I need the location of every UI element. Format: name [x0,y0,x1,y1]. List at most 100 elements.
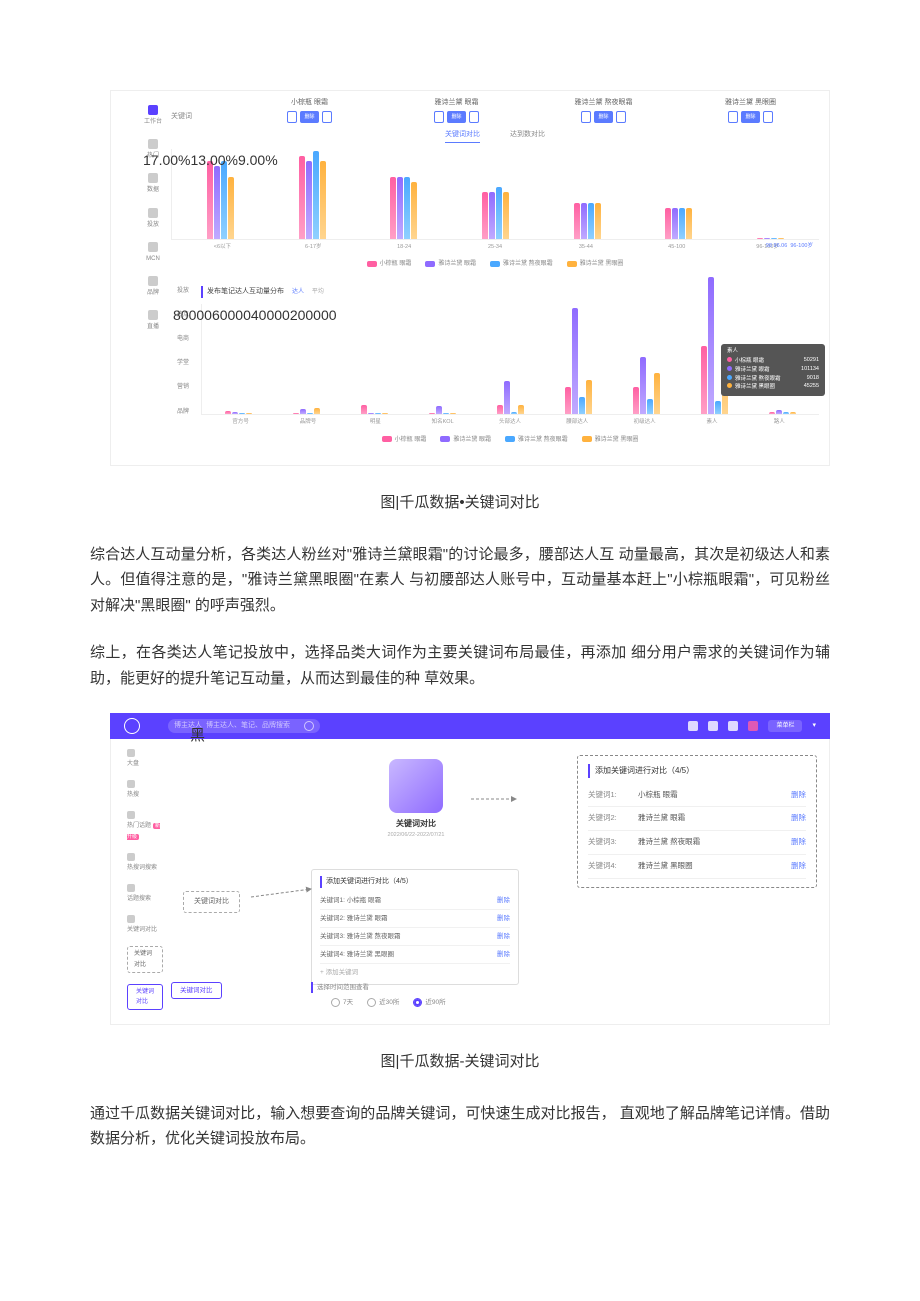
sidebar-icon [148,105,158,115]
panel-row: 关键词3:雅诗兰黛 熬夜眼霜删除 [588,831,806,855]
pill-blank[interactable] [728,111,739,123]
x-tick: 18-24 [359,243,450,252]
bell-icon[interactable] [748,721,758,731]
keyword-card-date: 2022/06/22-2022/07/21 [351,831,481,840]
selected-pill[interactable]: 关键词对比 [171,982,222,999]
chart-legend: 小棕瓶 眼霜雅诗兰黛 眼霜雅诗兰黛 熬夜眼霜雅诗兰黛 黑眼圈 [171,259,819,269]
caption-1: 图|千瓜数据•关键词对比 [90,490,830,516]
pill-blank[interactable] [322,111,333,123]
fig2-side-item[interactable]: 关键词对比 [123,915,163,935]
delete-link[interactable]: 删除 [791,860,806,873]
sidebar-item[interactable]: 营销 [171,380,195,392]
delete-link[interactable]: 删除 [791,836,806,849]
bar [496,187,502,239]
delete-pill[interactable]: 删除 [447,111,465,123]
legend-item: 小棕瓶 眼霜 [382,435,427,445]
chart2-x-axis: 官方号品牌号明星知名KOL头部达人腰部达人初级达人素人路人 [201,418,819,427]
x-tick: <6以下 [177,243,268,252]
bar-group [544,203,630,239]
pill-blank[interactable] [763,111,774,123]
sidebar-label: 投放 [177,286,189,296]
chart2-tab-2[interactable]: 平均 [312,289,324,295]
delete-pill[interactable]: 删除 [594,111,612,123]
fig2-side-label: 热搜词搜索 [127,863,157,873]
delete-link[interactable]: 删除 [497,931,510,942]
delete-pill[interactable]: 删除 [741,111,759,123]
chart2-tab-active[interactable]: 达人 [292,289,304,295]
search-icon[interactable] [304,721,314,731]
sidebar-item[interactable]: 电商 [171,332,195,344]
pill-blank[interactable] [581,111,592,123]
bar [503,192,509,239]
delete-link[interactable]: 删除 [497,895,510,906]
tooltip-row: 雅诗兰黛 黑眼圈45255 [727,383,819,392]
radio-option[interactable]: 7天 [331,997,353,1008]
delete-link[interactable]: 删除 [497,913,510,924]
sidebar-item[interactable]: MCN [141,242,165,264]
sidebar-item[interactable]: 品牌 [171,405,195,417]
bar-group [270,151,356,239]
pill-blank[interactable] [469,111,480,123]
bar-group [636,208,722,239]
fig2-side-item[interactable]: 关键词对比 [123,946,163,972]
sidebar-label: 品牌 [177,407,189,417]
bar-group [178,161,264,239]
metric-tab-2[interactable]: 达到数对比 [510,129,545,143]
pill-blank[interactable] [287,111,298,123]
sidebar-item[interactable]: 投放 [171,284,195,296]
fig2-side-item[interactable]: 热搜 [123,780,163,800]
logo-icon [124,718,140,734]
bar [293,413,299,414]
fig2-main: 关键词对比 2022/06/22-2022/07/21 关键词对比 添加关键词进… [171,749,817,1010]
download-icon[interactable] [728,721,738,731]
sidebar-icon [148,242,158,252]
bar [404,177,410,239]
delete-link[interactable]: 删除 [497,949,510,960]
radio-option[interactable]: 近90所 [413,997,445,1008]
radio-option[interactable]: 近30所 [367,997,399,1008]
bar [783,412,789,413]
bar-group [412,406,474,413]
fig2-side-item[interactable]: 热搜词搜索 [123,853,163,873]
sidebar-label: 直播 [147,322,159,332]
sidebar-item[interactable]: 数据 [141,173,165,195]
bar [314,408,320,413]
bar [764,238,770,239]
sidebar-item[interactable]: 投放 [141,208,165,230]
menu-button[interactable]: 菜单栏 [768,720,802,732]
bar [701,346,707,414]
pill-blank[interactable] [616,111,627,123]
sidebar-item[interactable]: 直播 [141,310,165,332]
fig2-side-item[interactable]: 关键词对比 [123,984,163,1010]
x-tick: 25-34 [450,243,541,252]
x-tick: 初级达人 [611,418,678,427]
gear-icon[interactable] [708,721,718,731]
sidebar-item[interactable]: 品牌 [141,276,165,298]
pill-blank[interactable] [434,111,445,123]
paragraph-3: 通过千瓜数据关键词对比，输入想要查询的品牌关键词，可快速生成对比报告， 直观地了… [90,1101,830,1152]
x-tick: 官方号 [207,418,274,427]
bar [757,238,763,239]
brand-name: 雅诗兰黛 眼霜 [388,97,525,109]
delete-pill[interactable]: 删除 [300,111,318,123]
panel-row: 关键词4: 雅诗兰黛 黑眼圈删除 [320,946,510,964]
chevron-down-icon[interactable]: ▾ [812,720,816,732]
bar-group [361,177,447,239]
brand-col: 雅诗兰黛 黑眼圈 删除 [682,97,819,123]
metric-tab-active[interactable]: 关键词对比 [445,129,480,143]
delete-link[interactable]: 删除 [791,812,806,825]
delete-link[interactable]: 删除 [791,789,806,802]
grid-icon[interactable] [688,721,698,731]
bar [368,413,374,414]
fig2-side-icon [127,884,135,892]
fig2-side-item[interactable]: 大盘 [123,749,163,769]
bar [390,177,396,239]
fig2-side-item[interactable]: 热门话题新升级 [123,811,163,841]
sidebar-item[interactable]: 工作台 [141,105,165,127]
fig2-side-icon [127,780,135,788]
fig2-side-selected: 关键词对比 [127,984,163,1010]
tooltip-row: 雅诗兰黛 熬夜眼霜9018 [727,375,819,384]
fig2-side-item[interactable]: 话题搜索 [123,884,163,904]
sidebar-item[interactable]: 学堂 [171,356,195,368]
chart2-title: 发布笔记达人互动量分布 [207,288,284,295]
